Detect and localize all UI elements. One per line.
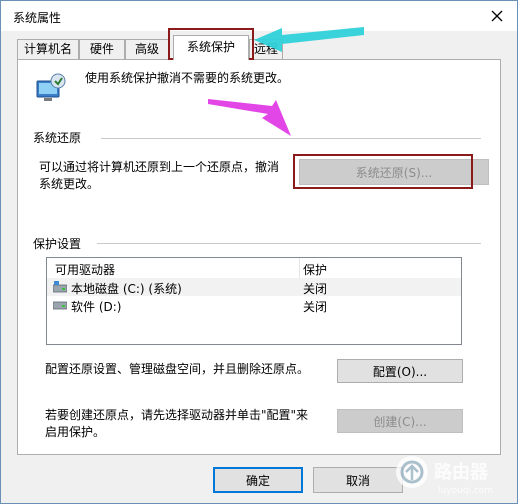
watermark-logo: 路由器 luyouqi.com xyxy=(396,456,493,496)
watermark-domain: luyouqi.com xyxy=(438,486,493,496)
magenta-arrow xyxy=(208,99,291,136)
tab-system-protection[interactable]: 系统保护 xyxy=(173,35,249,60)
cyan-arrow xyxy=(254,27,364,52)
annotation-arrows xyxy=(208,27,364,136)
watermark-brand: 路由器 xyxy=(434,461,489,483)
